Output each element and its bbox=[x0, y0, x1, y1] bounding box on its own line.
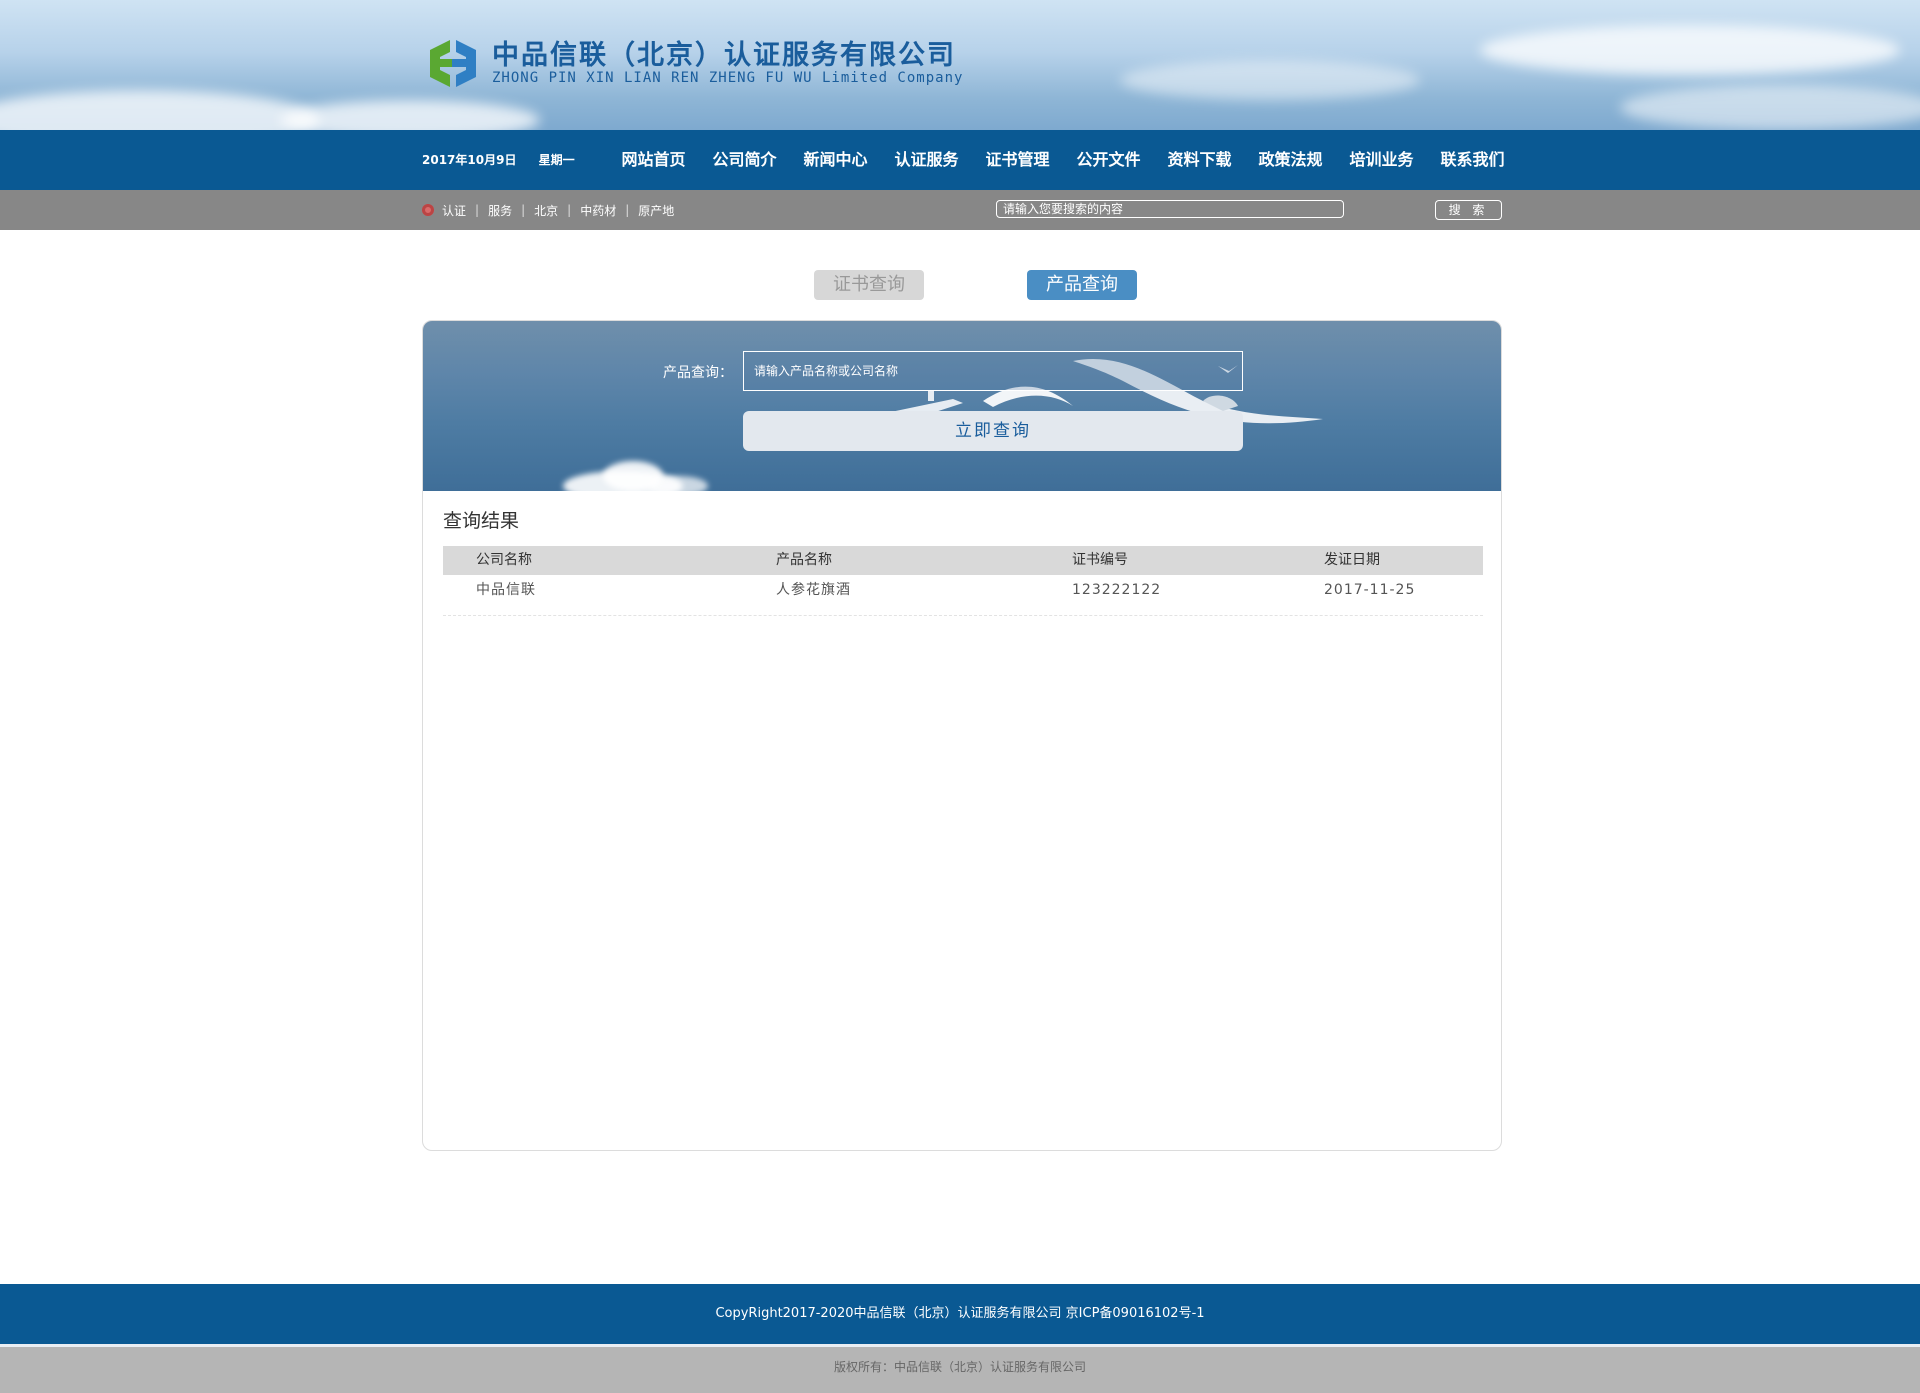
search-bar: 认证 | 服务 | 北京 | 中药材 | 原产地 搜 索 bbox=[0, 190, 1920, 230]
keyword-separator: | bbox=[625, 203, 630, 217]
company-name-en: ZHONG PIN XIN LIAN REN ZHENG FU WU Limit… bbox=[492, 70, 964, 86]
date-display: 2017年10月9日 星期一 bbox=[422, 130, 593, 190]
keyword-link[interactable]: 北京 bbox=[534, 202, 558, 219]
results-title: 查询结果 bbox=[443, 510, 520, 532]
cell-company: 中品信联 bbox=[476, 582, 536, 598]
main-nav: 2017年10月9日 星期一 网站首页 公司简介 新闻中心 认证服务 证书管理 … bbox=[0, 130, 1920, 190]
current-weekday: 星期一 bbox=[538, 153, 575, 167]
cloud-decoration bbox=[1480, 25, 1900, 75]
keyword-separator: | bbox=[475, 203, 480, 217]
hot-keywords: 认证 | 服务 | 北京 | 中药材 | 原产地 bbox=[422, 190, 674, 230]
nav-item-policies[interactable]: 政策法规 bbox=[1245, 130, 1336, 190]
company-name-zh: 中品信联（北京）认证服务有限公司 bbox=[492, 40, 956, 71]
nav-item-public-documents[interactable]: 公开文件 bbox=[1063, 130, 1154, 190]
table-row[interactable]: 中品信联 人参花旗酒 123222122 2017-11-25 bbox=[443, 575, 1483, 616]
nav-menu: 网站首页 公司简介 新闻中心 认证服务 证书管理 公开文件 资料下载 政策法规 … bbox=[608, 130, 1518, 190]
cell-product: 人参花旗酒 bbox=[776, 582, 851, 598]
keyword-link[interactable]: 中药材 bbox=[580, 202, 616, 219]
query-banner: 产品查询： 立即查询 bbox=[423, 321, 1501, 491]
nav-item-certificate-management[interactable]: 证书管理 bbox=[972, 130, 1063, 190]
seabird-decoration-icon bbox=[886, 359, 1323, 436]
cloud-decoration bbox=[280, 100, 540, 130]
site-search-input[interactable] bbox=[996, 200, 1344, 218]
footer-copyright: CopyRight2017-2020中品信联（北京）认证服务有限公司 京ICP备… bbox=[0, 1284, 1920, 1344]
keyword-separator: | bbox=[567, 203, 572, 217]
keyword-bullet-icon bbox=[422, 204, 434, 216]
nav-item-training[interactable]: 培训业务 bbox=[1336, 130, 1427, 190]
site-search-button[interactable]: 搜 索 bbox=[1435, 200, 1502, 220]
nav-item-contact[interactable]: 联系我们 bbox=[1427, 130, 1518, 190]
cell-issue-date: 2017-11-25 bbox=[1324, 582, 1416, 598]
query-panel: 产品查询： 立即查询 查询结果 公司名称 产品名称 证书编号 发证日期 中品信联… bbox=[422, 320, 1502, 1151]
column-header-issue-date: 发证日期 bbox=[1324, 552, 1380, 568]
cloud-decoration bbox=[1620, 85, 1920, 130]
nav-item-news[interactable]: 新闻中心 bbox=[790, 130, 881, 190]
keyword-link[interactable]: 原产地 bbox=[638, 202, 674, 219]
site-header: 中品信联（北京）认证服务有限公司 ZHONG PIN XIN LIAN REN … bbox=[0, 0, 1920, 130]
cloud-decoration bbox=[1120, 60, 1420, 100]
product-query-label: 产品查询： bbox=[663, 365, 733, 381]
current-date: 2017年10月9日 bbox=[422, 153, 517, 167]
column-header-cert-no: 证书编号 bbox=[1072, 552, 1128, 568]
keyword-separator: | bbox=[521, 203, 526, 217]
cell-cert-no: 123222122 bbox=[1072, 582, 1162, 598]
keyword-link[interactable]: 认证 bbox=[442, 202, 466, 219]
nav-item-downloads[interactable]: 资料下载 bbox=[1154, 130, 1245, 190]
column-header-company: 公司名称 bbox=[476, 552, 532, 568]
column-header-product: 产品名称 bbox=[776, 552, 832, 568]
results-table: 公司名称 产品名称 证书编号 发证日期 中品信联 人参花旗酒 123222122… bbox=[443, 546, 1483, 616]
query-submit-button[interactable]: 立即查询 bbox=[743, 411, 1243, 451]
product-query-input[interactable] bbox=[743, 351, 1243, 391]
nav-item-about[interactable]: 公司简介 bbox=[699, 130, 790, 190]
nav-item-certification-service[interactable]: 认证服务 bbox=[881, 130, 972, 190]
table-header: 公司名称 产品名称 证书编号 发证日期 bbox=[443, 546, 1483, 575]
company-logo-icon[interactable] bbox=[422, 32, 484, 94]
cloud-decoration bbox=[0, 90, 320, 130]
tab-product-query[interactable]: 产品查询 bbox=[1027, 270, 1137, 300]
footer-rights: 版权所有：中品信联（北京）认证服务有限公司 bbox=[0, 1347, 1920, 1393]
tab-certificate-query[interactable]: 证书查询 bbox=[814, 270, 924, 300]
nav-item-home[interactable]: 网站首页 bbox=[608, 130, 699, 190]
keyword-link[interactable]: 服务 bbox=[488, 202, 512, 219]
